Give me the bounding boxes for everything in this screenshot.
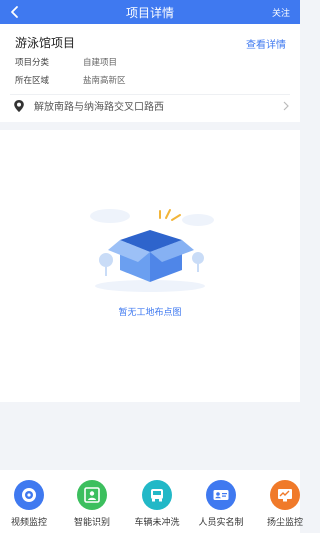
empty-box-illustration <box>90 209 214 292</box>
tool-label: 视频监控 <box>10 518 47 528</box>
address-text: 解放南路与纳海路交叉口路西 <box>34 102 164 113</box>
view-details-link[interactable]: 查看详情 <box>246 36 286 51</box>
dust-monitor-icon <box>270 480 300 510</box>
tool-smart-recognition[interactable]: 智能识别 <box>62 480 122 528</box>
project-name: 游泳馆项目 <box>15 36 76 50</box>
site-map-area: 暂无工地布点图 <box>0 130 300 402</box>
page-title: 项目详情 <box>125 6 174 20</box>
info-value: 盐南高新区 <box>83 76 126 86</box>
tool-vehicle-wash[interactable]: 车辆未冲洗 <box>127 480 187 528</box>
location-pin-icon <box>14 99 24 112</box>
follow-button[interactable]: 关注 <box>272 6 290 19</box>
id-card-icon <box>206 480 236 510</box>
info-label: 项目分类 <box>15 58 50 68</box>
info-row-area: 所在区域 盐南高新区 <box>15 74 126 86</box>
tool-dust-monitor[interactable]: 扬尘监控 <box>255 480 315 528</box>
project-info-card: 游泳馆项目 查看详情 项目分类 自建项目 所在区域 盐南高新区 解放南路与纳海路… <box>0 24 300 122</box>
back-arrow-icon <box>11 6 18 18</box>
info-label: 所在区域 <box>15 76 50 86</box>
vehicle-icon <box>142 480 172 510</box>
tool-label: 车辆未冲洗 <box>134 518 180 528</box>
tool-video-monitor[interactable]: 视频监控 <box>0 480 59 528</box>
back-button[interactable] <box>6 3 24 21</box>
tool-label: 智能识别 <box>73 518 110 528</box>
empty-state-text: 暂无工地布点图 <box>118 308 182 318</box>
chevron-right-icon <box>283 101 289 110</box>
address-row[interactable]: 解放南路与纳海路交叉口路西 <box>10 94 290 116</box>
top-nav-bar: 项目详情 关注 <box>0 0 300 24</box>
info-value: 自建项目 <box>83 58 118 68</box>
tool-label: 人员实名制 <box>198 518 244 528</box>
info-row-category: 项目分类 自建项目 <box>15 56 117 68</box>
face-scan-icon <box>77 480 107 510</box>
function-toolbar: 视频监控 智能识别 车辆未冲洗 人员实名制 扬尘监控 <box>0 470 303 533</box>
tool-real-name-staff[interactable]: 人员实名制 <box>191 480 251 528</box>
camera-icon <box>14 480 44 510</box>
tool-label: 扬尘监控 <box>266 518 303 528</box>
